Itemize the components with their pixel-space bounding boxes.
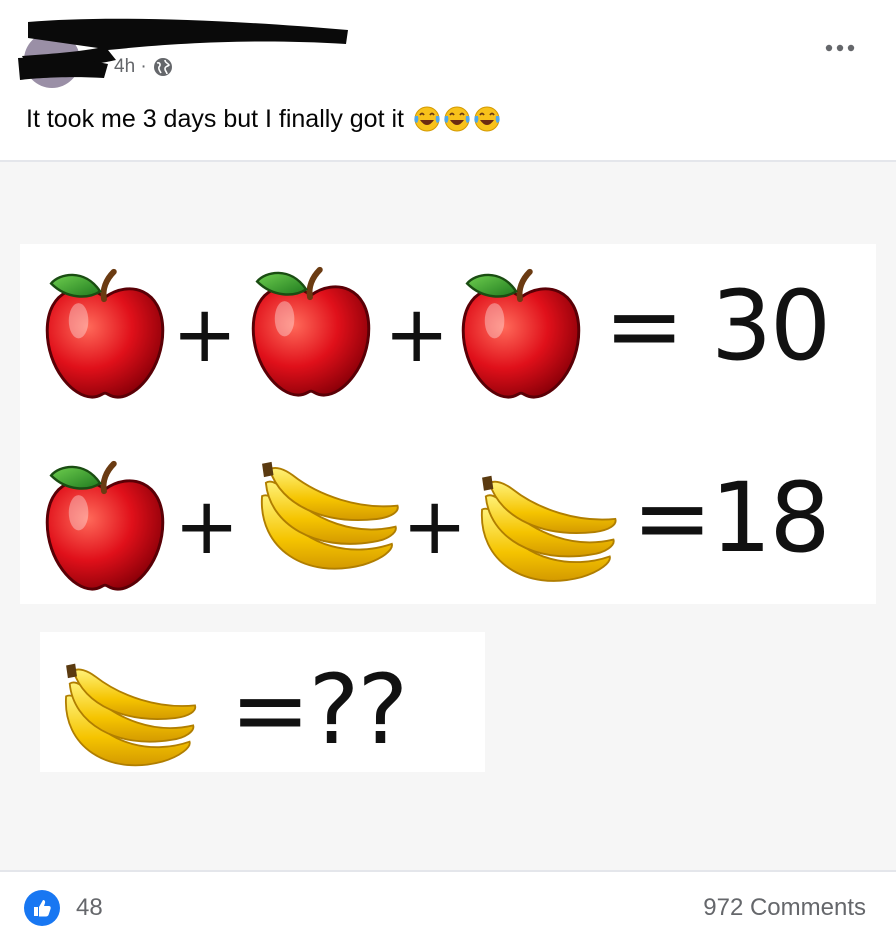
banana-icon <box>466 472 622 594</box>
tears-of-joy-icon <box>474 106 500 132</box>
redaction-scribble <box>18 18 348 88</box>
apple-icon <box>40 452 170 594</box>
banana-icon <box>246 458 404 582</box>
post-caption: It took me 3 days but I finally got it <box>26 104 404 133</box>
emoji-group <box>412 104 502 134</box>
post-header: 4h · It took me 3 days but I finally got… <box>0 0 896 133</box>
post-text: It took me 3 days but I finally got it <box>26 104 502 134</box>
post-footer: 48 972 Comments <box>0 872 896 944</box>
tears-of-joy-icon <box>444 106 470 132</box>
plus-sign: + <box>402 482 468 572</box>
result-unknown: =?? <box>230 654 408 766</box>
more-options-button[interactable] <box>818 30 862 66</box>
globe-icon <box>153 58 172 76</box>
puzzle-image[interactable]: + + = 30 + + =18 =?? <box>0 162 896 870</box>
apple-icon <box>246 258 376 400</box>
like-count[interactable]: 48 <box>76 894 103 922</box>
plus-sign: + <box>384 290 450 380</box>
thumbs-up-icon <box>34 900 51 917</box>
tears-of-joy-icon <box>414 106 440 132</box>
more-options-icon <box>825 44 855 52</box>
plus-sign: + <box>172 290 238 380</box>
comments-count-link[interactable]: 972 Comments <box>703 894 866 922</box>
post-timestamp[interactable]: 4h · <box>114 56 173 78</box>
timestamp-text: 4h · <box>114 56 147 77</box>
result-18: =18 <box>632 462 831 574</box>
like-reaction-badge[interactable] <box>24 890 60 926</box>
result-30: = 30 <box>604 270 831 382</box>
plus-sign: + <box>174 482 240 572</box>
apple-icon <box>40 260 170 402</box>
banana-icon <box>50 660 202 778</box>
apple-icon <box>456 260 586 402</box>
